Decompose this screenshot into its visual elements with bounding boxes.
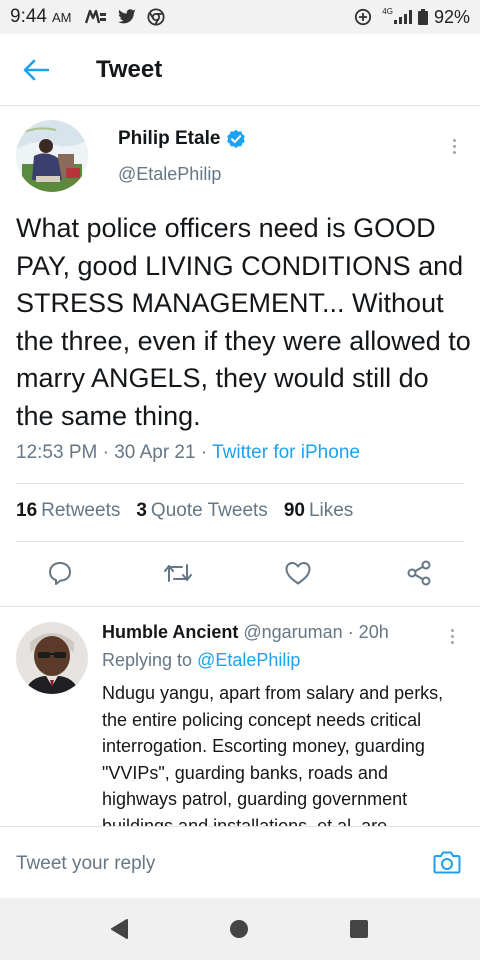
reply-compose-bar: Tweet your reply	[0, 826, 480, 898]
author-avatar[interactable]	[16, 120, 88, 192]
meta-separator: ·	[195, 442, 213, 463]
quote-tweets-stat[interactable]: 3 Quote Tweets	[136, 500, 267, 522]
nav-back-button[interactable]	[104, 914, 134, 944]
status-bar: 9:44 AM 4G 92%	[0, 0, 480, 34]
nav-recents-button[interactable]	[344, 914, 374, 944]
reply-avatar[interactable]	[16, 622, 88, 694]
reply-input[interactable]: Tweet your reply	[16, 853, 155, 875]
replying-prefix: Replying to	[102, 650, 198, 670]
system-nav-bar	[0, 898, 480, 960]
tweet-date: 30 Apr 21	[114, 442, 196, 463]
retweets-label: Retweets	[41, 500, 121, 521]
camera-button[interactable]	[432, 847, 462, 877]
data-saver-icon	[354, 8, 372, 26]
likes-count: 90	[283, 500, 305, 521]
tweet-stats: 16 Retweets 3 Quote Tweets 90 Likes	[16, 500, 369, 522]
meta-separator: ·	[97, 442, 115, 463]
share-icon	[407, 560, 431, 586]
reply-author-handle[interactable]: @ngaruman	[238, 622, 342, 642]
top-app-bar: Tweet	[0, 34, 480, 106]
more-dot	[452, 138, 456, 142]
signal-icon	[393, 10, 412, 24]
like-icon	[285, 562, 311, 585]
status-time: 9:44	[10, 6, 47, 27]
quotes-label: Quote Tweets	[150, 500, 268, 521]
back-button[interactable]	[6, 40, 66, 100]
more-dot	[452, 150, 456, 154]
network-type: 4G	[382, 6, 393, 16]
triangle-back-icon	[111, 919, 128, 939]
newsapp-notification-icon	[85, 9, 107, 25]
author-handle[interactable]: @EtalePhilip	[118, 164, 221, 185]
divider	[16, 541, 464, 542]
battery-percent: 92%	[433, 6, 470, 27]
reply-icon	[49, 562, 71, 585]
reply-button[interactable]	[40, 553, 80, 593]
tweet-author: Philip Etale @EtalePhilip	[16, 120, 466, 196]
replying-to: Replying to @EtalePhilip	[102, 650, 300, 671]
reply-author-name[interactable]: Humble Ancient	[102, 622, 238, 642]
more-dot	[450, 628, 454, 632]
tweet-time: 12:53 PM	[16, 442, 98, 463]
tweet-text: What police officers need is GOOD PAY, g…	[16, 213, 471, 431]
share-button[interactable]	[399, 553, 439, 593]
tweet-more-button[interactable]	[442, 132, 466, 160]
like-button[interactable]	[278, 553, 318, 593]
reply-text: Ndugu yangu, apart from salary and perks…	[102, 683, 444, 826]
chrome-notification-icon	[147, 8, 166, 26]
square-recents-icon	[350, 920, 368, 938]
reply-more-button[interactable]	[440, 624, 464, 648]
camera-icon	[433, 851, 461, 874]
retweet-button[interactable]	[158, 553, 198, 593]
divider	[0, 606, 480, 607]
circle-home-icon	[230, 920, 248, 938]
verified-badge-icon	[226, 129, 246, 149]
likes-label: Likes	[308, 500, 354, 521]
more-dot	[450, 640, 454, 644]
more-dot	[452, 144, 456, 148]
status-indicators: 4G 92%	[354, 7, 470, 28]
divider	[16, 483, 464, 484]
nav-home-button[interactable]	[224, 914, 254, 944]
status-ampm: AM	[51, 9, 72, 25]
reply-time: · 20h	[342, 622, 389, 642]
quotes-count: 3	[136, 500, 147, 521]
author-name[interactable]: Philip Etale	[118, 128, 220, 150]
page-title: Tweet	[96, 55, 163, 83]
more-dot	[450, 634, 454, 638]
reply-header: Humble Ancient @ngaruman · 20h	[102, 622, 389, 643]
replying-to-link[interactable]: @EtalePhilip	[197, 650, 300, 670]
retweets-count: 16	[16, 500, 38, 521]
tweet-meta: 12:53 PM · 30 Apr 21 · Twitter for iPhon…	[16, 442, 360, 464]
tweet-source-link[interactable]: Twitter for iPhone	[212, 442, 360, 463]
tweet-actions	[0, 553, 480, 597]
battery-icon	[417, 9, 428, 25]
retweets-stat[interactable]: 16 Retweets	[16, 500, 120, 522]
author-name-row: Philip Etale	[118, 128, 246, 150]
retweet-icon	[164, 564, 192, 582]
arrow-left-icon	[23, 59, 49, 80]
likes-stat[interactable]: 90 Likes	[284, 500, 354, 522]
twitter-notification-icon	[117, 9, 137, 25]
